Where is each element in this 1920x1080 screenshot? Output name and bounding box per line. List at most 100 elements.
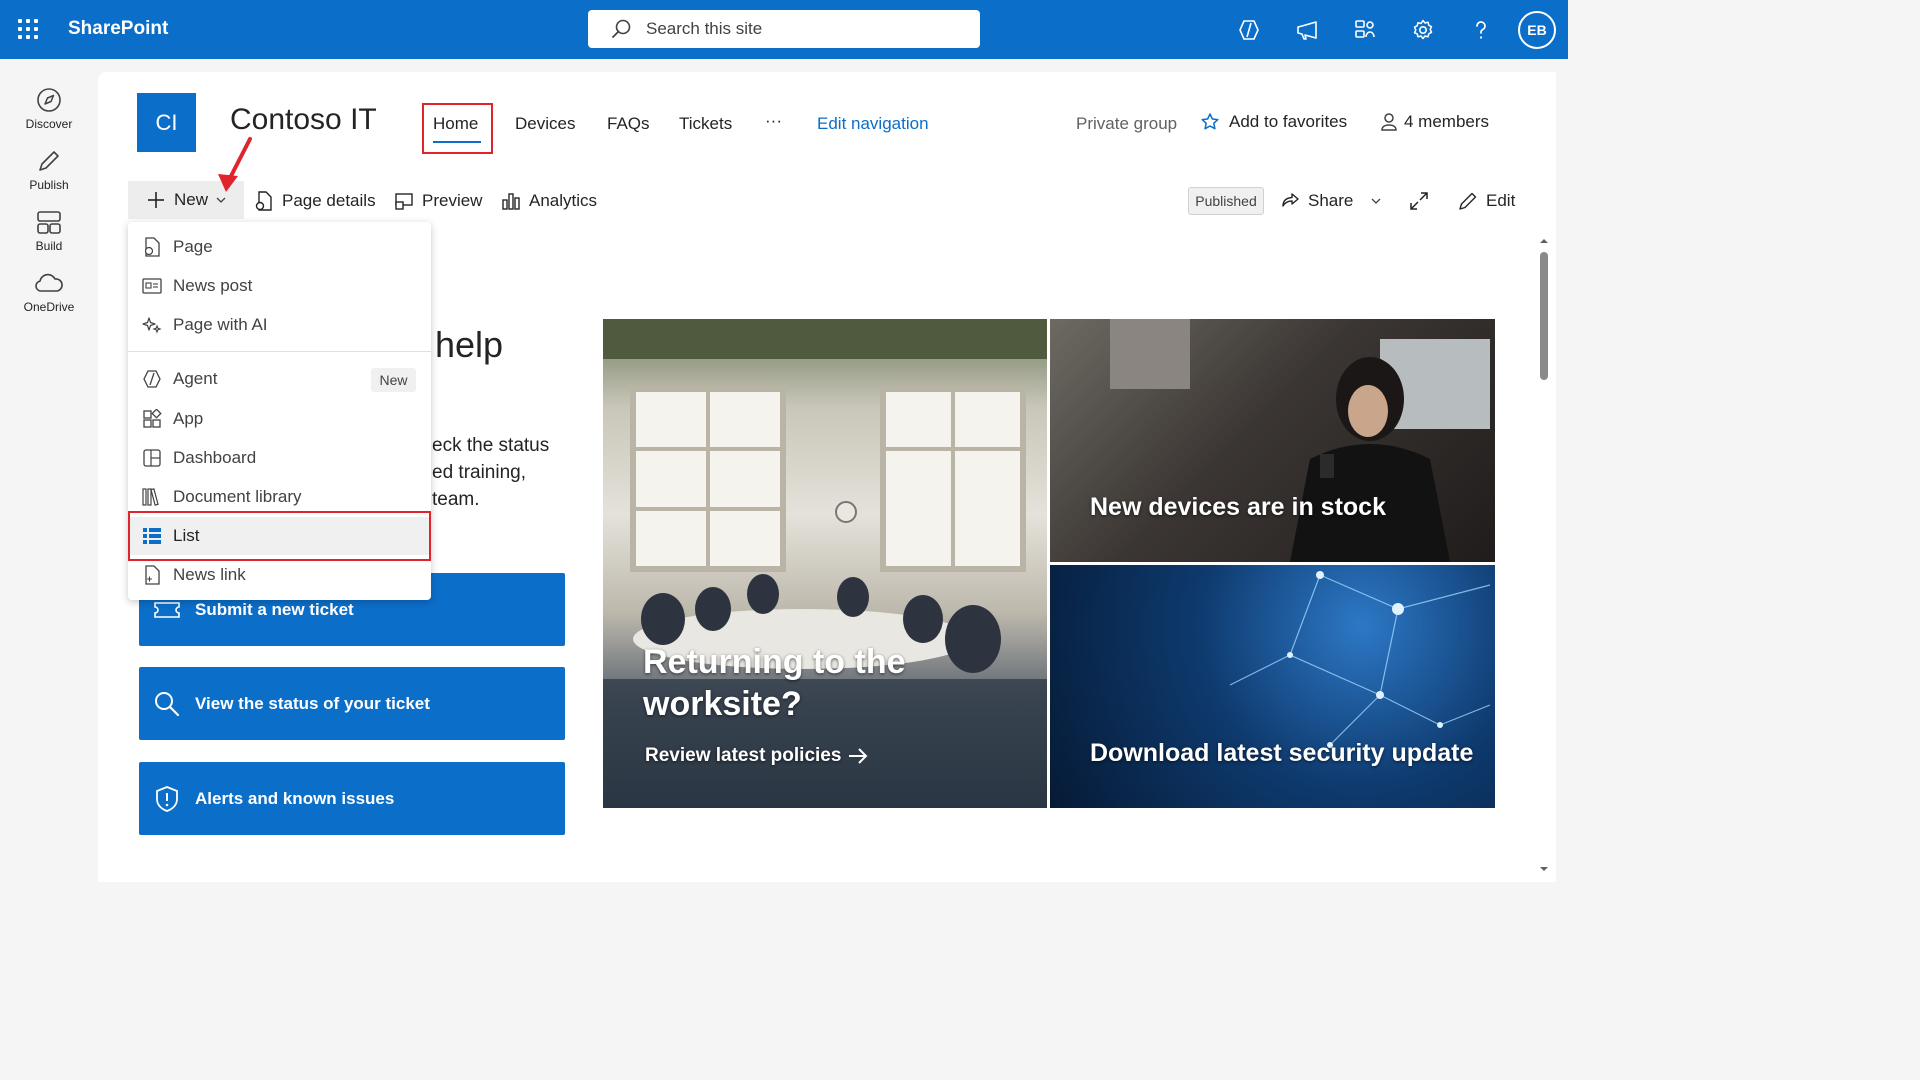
scrollbar-thumb[interactable] bbox=[1540, 252, 1548, 380]
menu-label: Page with AI bbox=[173, 315, 268, 334]
megaphone-icon[interactable] bbox=[1278, 0, 1336, 59]
new-dropdown-menu: Page News post Page with AI Agent New Ap… bbox=[128, 222, 431, 600]
cloud-icon bbox=[35, 273, 63, 292]
analytics-icon bbox=[502, 193, 520, 210]
menu-item-agent[interactable]: Agent New bbox=[128, 360, 431, 398]
status-badge: Published bbox=[1188, 187, 1264, 215]
menu-item-dashboard[interactable]: Dashboard bbox=[128, 439, 431, 477]
site-title[interactable]: Contoso IT bbox=[230, 103, 377, 137]
appbar-onedrive[interactable]: OneDrive bbox=[0, 270, 98, 314]
menu-label: Dashboard bbox=[173, 448, 257, 467]
nav-devices[interactable]: Devices bbox=[515, 114, 575, 134]
nav-active-underline bbox=[433, 141, 481, 143]
edit-navigation-link[interactable]: Edit navigation bbox=[817, 114, 929, 134]
pen-icon bbox=[39, 151, 59, 171]
paragraph-line: team. bbox=[432, 489, 480, 510]
menu-item-app[interactable]: App bbox=[128, 400, 431, 438]
welcome-paragraph: eck the status ed training, team. bbox=[432, 432, 549, 513]
grid-icon bbox=[37, 211, 61, 234]
avatar[interactable]: EB bbox=[1518, 10, 1556, 49]
appbar-label: Build bbox=[35, 239, 63, 253]
nav-faqs[interactable]: FAQs bbox=[607, 114, 650, 134]
quicklink-label: View the status of your ticket bbox=[195, 693, 430, 713]
hero-link-label: Review latest policies bbox=[645, 745, 842, 766]
members-button[interactable]: 4 members bbox=[1380, 112, 1489, 132]
newslink-icon bbox=[142, 565, 162, 585]
new-label: New bbox=[174, 190, 209, 209]
hero-tile-security[interactable]: Download latest security update bbox=[1050, 565, 1495, 808]
new-badge: New bbox=[371, 368, 416, 392]
menu-label: News post bbox=[173, 276, 253, 295]
quicklink-view-status[interactable]: View the status of your ticket bbox=[139, 667, 565, 740]
gear-icon[interactable] bbox=[1394, 0, 1452, 59]
nav-more[interactable]: ··· bbox=[765, 111, 782, 131]
scroll-down-icon[interactable] bbox=[1537, 864, 1551, 874]
search-box[interactable]: Search this site bbox=[588, 10, 980, 48]
sparkle-icon bbox=[142, 315, 162, 335]
appbar-label: Publish bbox=[29, 178, 69, 192]
expand-icon bbox=[1410, 192, 1428, 210]
appbar-label: Discover bbox=[25, 117, 73, 131]
menu-label: Agent bbox=[173, 369, 218, 388]
menu-label: List bbox=[173, 526, 200, 545]
welcome-heading: help bbox=[435, 324, 504, 365]
quicklink-label: Alerts and known issues bbox=[195, 788, 395, 808]
dashboard-icon bbox=[142, 448, 162, 468]
woman-phone-photo bbox=[1110, 319, 1490, 562]
search-icon bbox=[153, 690, 181, 718]
compass-icon bbox=[37, 88, 61, 112]
search-placeholder: Search this site bbox=[646, 19, 763, 38]
office-photo bbox=[603, 319, 1047, 808]
help-icon[interactable] bbox=[1452, 0, 1510, 59]
annotation-arrow-icon bbox=[218, 137, 252, 192]
hero-tile3-title: Download latest security update bbox=[1090, 739, 1474, 767]
menu-item-page-with-ai[interactable]: Page with AI bbox=[128, 306, 431, 344]
edit-label: Edit bbox=[1486, 191, 1516, 210]
favorites-label: Add to favorites bbox=[1229, 112, 1348, 131]
agent-icon bbox=[142, 369, 162, 389]
menu-item-news-post[interactable]: News post bbox=[128, 267, 431, 305]
search-icon bbox=[612, 19, 631, 38]
shield-icon bbox=[153, 785, 181, 813]
hero-main-link[interactable]: Review latest policies bbox=[645, 745, 869, 767]
site-logo[interactable]: CI bbox=[137, 93, 196, 152]
menu-item-news-link[interactable]: News link bbox=[128, 556, 431, 594]
quicklink-alerts[interactable]: Alerts and known issues bbox=[139, 762, 565, 835]
edit-button[interactable]: Edit bbox=[1458, 189, 1515, 213]
app-launcher-icon[interactable] bbox=[18, 19, 40, 41]
hero-tile-main[interactable]: Returning to the worksite? Review latest… bbox=[603, 319, 1047, 808]
appbar-discover[interactable]: Discover bbox=[0, 87, 98, 131]
menu-label: News link bbox=[173, 565, 246, 584]
hero-tile-devices[interactable]: New devices are in stock bbox=[1050, 319, 1495, 562]
menu-item-page[interactable]: Page bbox=[128, 228, 431, 266]
app-bar: Discover Publish Build OneDrive bbox=[0, 59, 98, 882]
appbar-label: OneDrive bbox=[23, 300, 75, 314]
nav-home[interactable]: Home bbox=[433, 114, 478, 134]
person-icon bbox=[1381, 113, 1397, 131]
share-icon bbox=[1282, 193, 1299, 207]
analytics-label: Analytics bbox=[529, 191, 598, 210]
page-details-label: Page details bbox=[282, 191, 376, 210]
scroll-up-icon[interactable] bbox=[1537, 236, 1551, 246]
nav-tickets[interactable]: Tickets bbox=[679, 114, 732, 134]
preview-icon bbox=[395, 193, 413, 210]
expand-button[interactable] bbox=[1409, 189, 1429, 213]
preview-button[interactable]: Preview bbox=[394, 189, 482, 213]
share-button[interactable]: Share bbox=[1280, 189, 1381, 213]
analytics-button[interactable]: Analytics bbox=[501, 189, 597, 213]
menu-item-list[interactable]: List bbox=[128, 517, 431, 555]
people-sync-icon[interactable] bbox=[1336, 0, 1394, 59]
appbar-build[interactable]: Build bbox=[0, 209, 98, 253]
copilot-icon[interactable] bbox=[1220, 0, 1278, 59]
network-photo bbox=[1229, 571, 1491, 748]
brand-name[interactable]: SharePoint bbox=[68, 18, 168, 40]
paragraph-line: eck the status bbox=[432, 435, 550, 456]
appbar-publish[interactable]: Publish bbox=[0, 148, 98, 192]
suite-bar: SharePoint Search this site EB bbox=[0, 0, 1568, 59]
app-icon bbox=[142, 409, 162, 429]
page-icon bbox=[142, 237, 162, 257]
plus-icon bbox=[148, 192, 164, 208]
menu-item-document-library[interactable]: Document library bbox=[128, 478, 431, 516]
add-to-favorites-button[interactable]: Add to favorites bbox=[1200, 112, 1347, 132]
page-details-button[interactable]: Page details bbox=[254, 189, 376, 213]
